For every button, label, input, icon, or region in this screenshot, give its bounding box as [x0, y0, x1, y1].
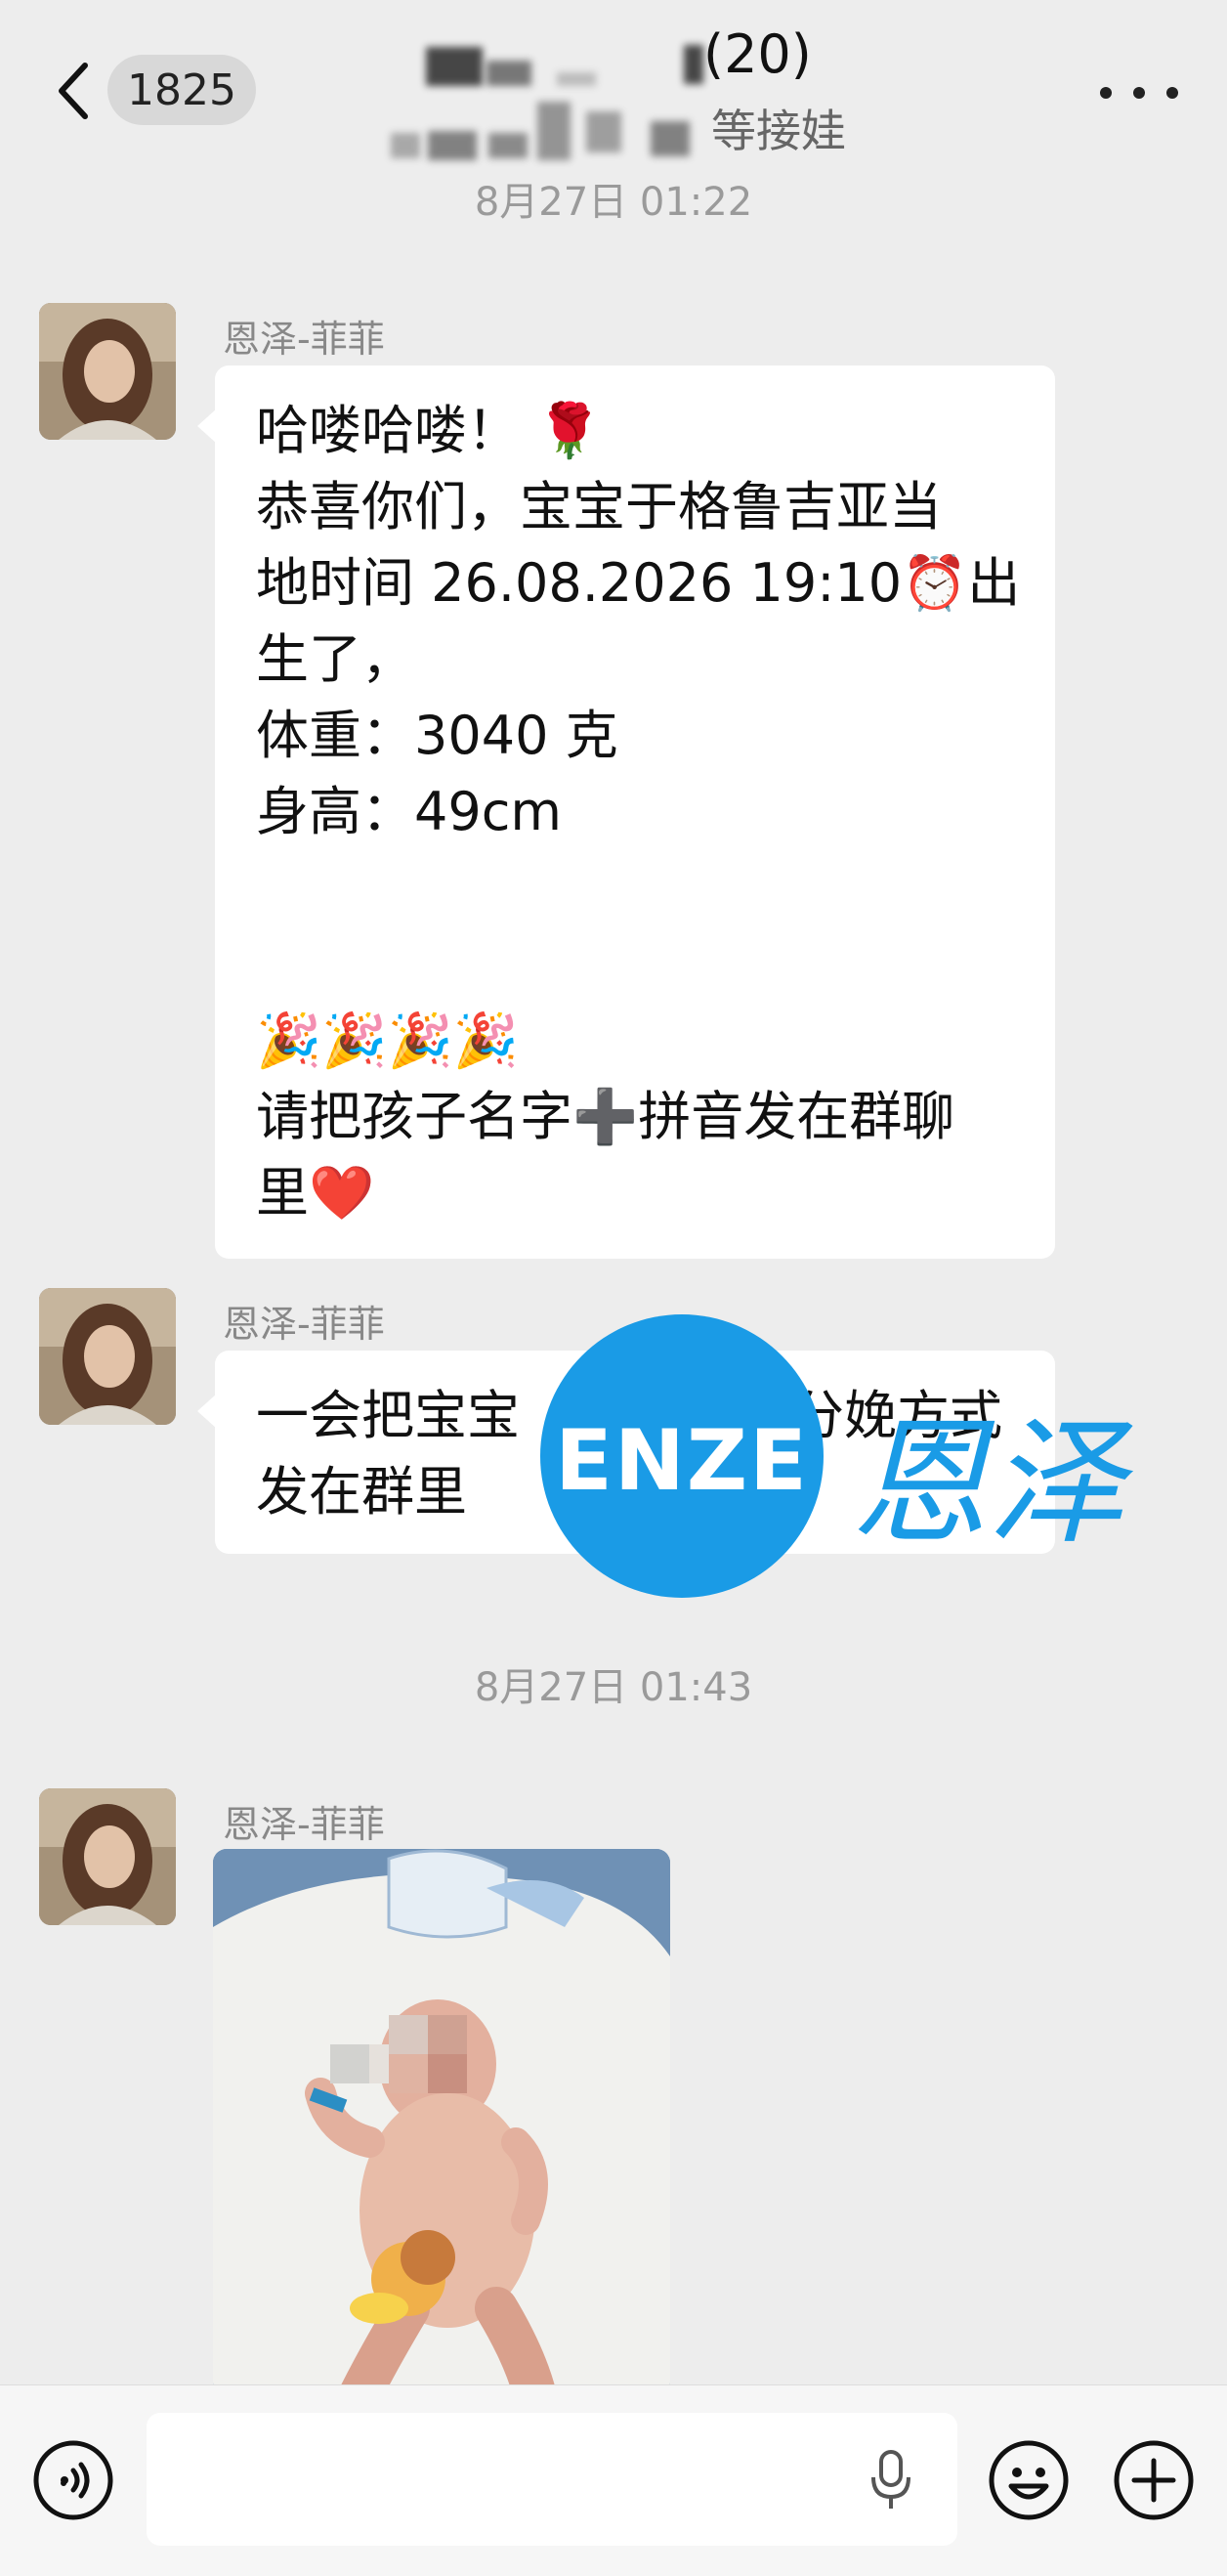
message-timestamp: 8月27日 01:43	[474, 1665, 753, 1710]
redacted-name-block	[557, 72, 596, 86]
message-line: 请把孩子名字➕拼音发在群聊	[256, 1086, 955, 1147]
avatar-photo	[39, 1288, 176, 1425]
plus-circle-icon	[1114, 2440, 1194, 2520]
redacted-name-block	[684, 45, 703, 84]
microphone-button[interactable]	[852, 2440, 930, 2518]
message-line: 身高：49cm	[256, 781, 563, 842]
message-line: 哈喽哈喽！ 🌹	[256, 400, 603, 461]
message-timestamp: 8月27日 01:22	[474, 180, 753, 225]
sender-avatar[interactable]	[39, 1788, 176, 1925]
redacted-name-block	[488, 133, 528, 158]
message-line: 里❤️	[256, 1162, 375, 1224]
image-message[interactable]	[213, 1849, 670, 2396]
sender-avatar[interactable]	[39, 303, 176, 440]
voice-toggle-button[interactable]	[29, 2436, 117, 2524]
back-button[interactable]	[49, 57, 98, 125]
avatar-photo	[39, 303, 176, 440]
voice-wave-icon	[33, 2440, 113, 2520]
chat-subtitle: 等接娃	[711, 105, 846, 157]
sender-name: 恩泽-菲菲	[223, 1303, 385, 1346]
message-line: 体重：3040 克	[256, 705, 618, 766]
input-bar	[0, 2384, 1227, 2576]
chat-header: 1825 (20) 等接娃	[0, 0, 1227, 176]
message-line: 恭喜你们，宝宝于格鲁吉亚当	[256, 476, 942, 537]
redacted-name-block	[391, 133, 420, 158]
message-bubble[interactable]: 哈喽哈喽！ 🌹 恭喜你们，宝宝于格鲁吉亚当 地时间 26.08.2026 19:…	[197, 365, 1055, 1259]
avatar-photo	[39, 1788, 176, 1925]
microphone-icon	[871, 2450, 910, 2509]
more-dots-icon	[1100, 87, 1112, 99]
message-line: 地时间 26.08.2026 19:10⏰出	[256, 552, 1021, 614]
watermark-latin-text: ENZE	[555, 1412, 809, 1510]
redacted-name-block	[586, 111, 621, 152]
more-dot	[1133, 87, 1145, 99]
more-functions-button[interactable]	[1110, 2436, 1198, 2524]
sender-name: 恩泽-菲菲	[223, 1803, 385, 1846]
redacted-name-block	[487, 61, 531, 86]
message-input[interactable]	[147, 2413, 957, 2546]
sender-name: 恩泽-菲菲	[223, 318, 385, 361]
smiley-icon	[989, 2440, 1069, 2520]
enze-watermark-logo: ENZE 恩泽	[540, 1314, 1165, 1598]
more-options-button[interactable]	[1100, 68, 1178, 117]
party-emoji-line: 🎉🎉🎉🎉	[256, 1009, 519, 1071]
unread-count-badge[interactable]: 1825	[107, 55, 256, 125]
more-dot	[1166, 87, 1178, 99]
emoji-button[interactable]	[985, 2436, 1073, 2524]
redacted-name-block	[651, 121, 690, 156]
watermark-chinese-text: 恩泽	[851, 1404, 1125, 1564]
redacted-name-block	[537, 102, 571, 160]
message-line: 生了，	[256, 628, 414, 690]
member-count: (20)	[703, 23, 812, 85]
newborn-photo	[213, 1849, 670, 2396]
chevron-left-icon	[59, 63, 88, 119]
redacted-name-block	[428, 131, 477, 160]
sender-avatar[interactable]	[39, 1288, 176, 1425]
redacted-name-block	[426, 47, 483, 86]
chat-title: (20) 等接娃	[381, 23, 869, 160]
